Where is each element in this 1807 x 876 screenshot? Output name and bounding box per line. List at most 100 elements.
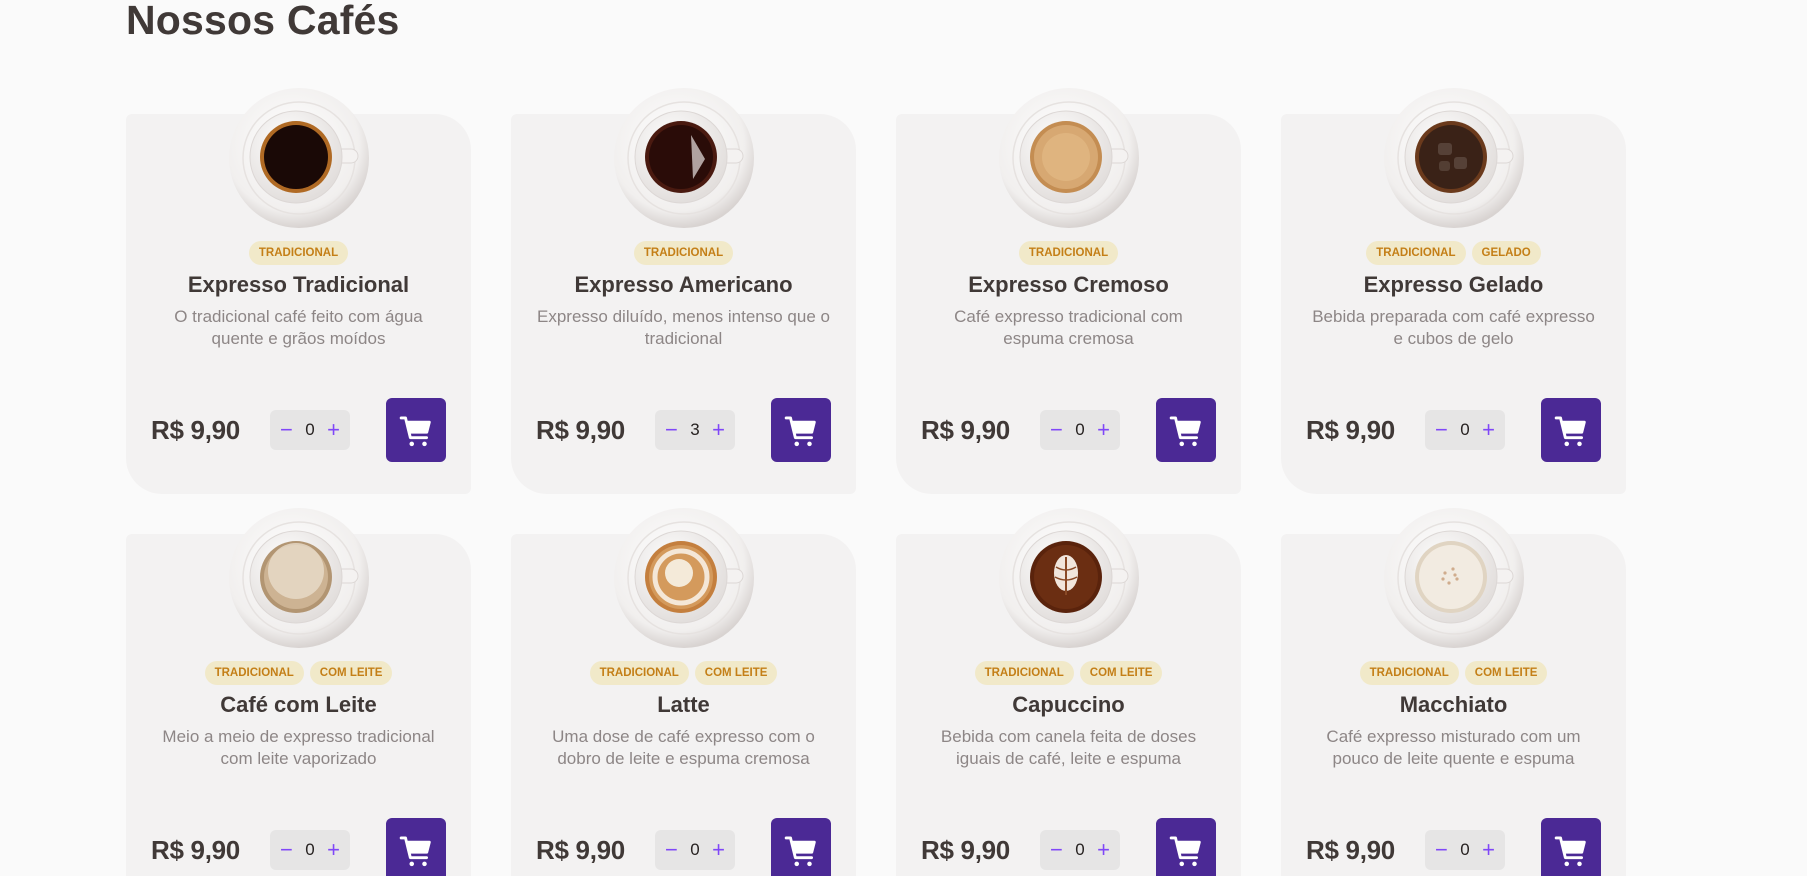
coffee-tag: COM LEITE <box>309 661 393 685</box>
coffee-description: Café expresso tradicional com espuma cre… <box>954 307 1183 348</box>
shopping-cart-icon <box>1169 836 1201 867</box>
minus-icon[interactable]: − <box>665 419 678 441</box>
coffee-card: TRADICIONAL GELADO Expresso Gelado Bebida… <box>1281 88 1626 494</box>
coffee-cup-image <box>1383 507 1525 649</box>
card-footer: R$ 9,90 − 0 + <box>536 818 831 876</box>
plus-icon[interactable]: + <box>1482 839 1495 861</box>
add-to-cart-button[interactable] <box>1156 398 1216 462</box>
quantity-value: 0 <box>305 840 315 859</box>
shopping-cart-icon <box>784 836 816 867</box>
coffee-cup-image <box>228 87 370 229</box>
minus-icon[interactable]: − <box>1435 419 1448 441</box>
coffee-card: TRADICIONAL Expresso Americano Expresso … <box>511 88 856 494</box>
shopping-cart-icon <box>1554 836 1586 867</box>
add-to-cart-button[interactable] <box>386 818 446 876</box>
coffee-description: Expresso diluído, menos intenso que o tr… <box>537 307 830 348</box>
quantity-stepper: − 3 + <box>654 410 735 450</box>
minus-icon[interactable]: − <box>665 839 678 861</box>
coffee-cup-icon <box>1383 88 1524 228</box>
coffee-name: Expresso Americano <box>574 272 793 297</box>
coffee-tag: TRADICIONAL <box>589 661 689 685</box>
quantity-stepper: − 0 + <box>654 830 735 870</box>
minus-icon[interactable]: − <box>280 419 293 441</box>
coffee-cup-image <box>613 87 755 229</box>
tag-list: TRADICIONAL <box>511 241 856 265</box>
quantity-value: 3 <box>690 420 700 439</box>
plus-icon[interactable]: + <box>1482 419 1495 441</box>
coffee-card: TRADICIONAL COM LEITE Capuccino Bebida co… <box>896 508 1241 876</box>
plus-icon[interactable]: + <box>712 839 725 861</box>
coffee-price: R$ 9,90 <box>151 414 240 445</box>
tag-list: TRADICIONAL COM LEITE <box>1281 661 1626 685</box>
coffee-cup-image <box>228 507 370 649</box>
coffee-tag: TRADICIONAL <box>1018 241 1119 265</box>
add-to-cart-button[interactable] <box>1541 818 1601 876</box>
coffee-name: Macchiato <box>1399 692 1508 717</box>
coffee-cup-image <box>1383 87 1525 229</box>
add-to-cart-button[interactable] <box>386 398 446 462</box>
add-to-cart-button[interactable] <box>1156 818 1216 876</box>
coffee-cup-icon <box>998 88 1139 228</box>
coffee-description: Bebida preparada com café expresso e cub… <box>1312 307 1595 348</box>
coffee-cup-icon <box>613 508 754 648</box>
shopping-cart-icon <box>399 836 431 867</box>
coffee-price: R$ 9,90 <box>1306 414 1395 445</box>
coffee-tag: TRADICIONAL <box>204 661 304 685</box>
coffee-description: Café expresso misturado com um pouco de … <box>1326 727 1581 768</box>
minus-icon[interactable]: − <box>1050 419 1063 441</box>
coffee-price: R$ 9,90 <box>536 834 625 865</box>
add-to-cart-button[interactable] <box>771 398 831 462</box>
coffee-price: R$ 9,90 <box>921 834 1010 865</box>
coffee-cup-icon <box>998 508 1139 648</box>
coffee-price: R$ 9,90 <box>536 414 625 445</box>
quantity-value: 0 <box>305 420 315 439</box>
quantity-value: 0 <box>1460 420 1470 439</box>
card-footer: R$ 9,90 − 0 + <box>151 398 446 462</box>
card-footer: R$ 9,90 − 0 + <box>921 398 1216 462</box>
coffee-description: Uma dose de café expresso com o dobro de… <box>552 727 815 768</box>
plus-icon[interactable]: + <box>1097 839 1110 861</box>
coffee-description: Meio a meio de expresso tradicional com … <box>162 727 435 768</box>
tag-list: TRADICIONAL COM LEITE <box>511 661 856 685</box>
quantity-stepper: − 0 + <box>1424 830 1505 870</box>
plus-icon[interactable]: + <box>327 839 340 861</box>
coffee-tag: TRADICIONAL <box>1359 661 1459 685</box>
add-to-cart-button[interactable] <box>1541 398 1601 462</box>
coffee-card: TRADICIONAL COM LEITE Café com Leite Meio… <box>126 508 471 876</box>
tag-list: TRADICIONAL GELADO <box>1281 241 1626 265</box>
tag-list: TRADICIONAL COM LEITE <box>126 661 471 685</box>
quantity-stepper: − 0 + <box>269 410 350 450</box>
minus-icon[interactable]: − <box>280 839 293 861</box>
add-to-cart-button[interactable] <box>771 818 831 876</box>
quantity-stepper: − 0 + <box>269 830 350 870</box>
coffee-card: TRADICIONAL Expresso Cremoso Café expres… <box>896 88 1241 494</box>
shopping-cart-icon <box>399 416 431 447</box>
quantity-value: 0 <box>1075 840 1085 859</box>
coffee-name: Latte <box>657 692 710 717</box>
minus-icon[interactable]: − <box>1050 839 1063 861</box>
coffee-name: Expresso Gelado <box>1363 272 1544 297</box>
plus-icon[interactable]: + <box>712 419 725 441</box>
minus-icon[interactable]: − <box>1435 839 1448 861</box>
coffee-card: TRADICIONAL Expresso Tradicional O tradi… <box>126 88 471 494</box>
quantity-stepper: − 0 + <box>1424 410 1505 450</box>
coffee-name: Expresso Tradicional <box>187 272 410 297</box>
card-footer: R$ 9,90 − 0 + <box>921 818 1216 876</box>
quantity-value: 0 <box>690 840 700 859</box>
card-footer: R$ 9,90 − 0 + <box>1306 398 1601 462</box>
coffee-card: TRADICIONAL COM LEITE Macchiato Café expr… <box>1281 508 1626 876</box>
quantity-value: 0 <box>1075 420 1085 439</box>
plus-icon[interactable]: + <box>327 419 340 441</box>
coffee-tag: TRADICIONAL <box>974 661 1074 685</box>
tag-list: TRADICIONAL <box>126 241 471 265</box>
card-footer: R$ 9,90 − 0 + <box>151 818 446 876</box>
coffee-tag: COM LEITE <box>1464 661 1548 685</box>
coffee-description: Bebida com canela feita de doses iguais … <box>940 727 1197 768</box>
coffee-tag: COM LEITE <box>694 661 778 685</box>
plus-icon[interactable]: + <box>1097 419 1110 441</box>
section-title: Nossos Cafés <box>126 0 400 43</box>
coffee-tag: COM LEITE <box>1079 661 1163 685</box>
coffee-cup-icon <box>228 88 369 228</box>
coffee-tag: TRADICIONAL <box>1366 241 1466 265</box>
coffee-tag: TRADICIONAL <box>633 241 734 265</box>
